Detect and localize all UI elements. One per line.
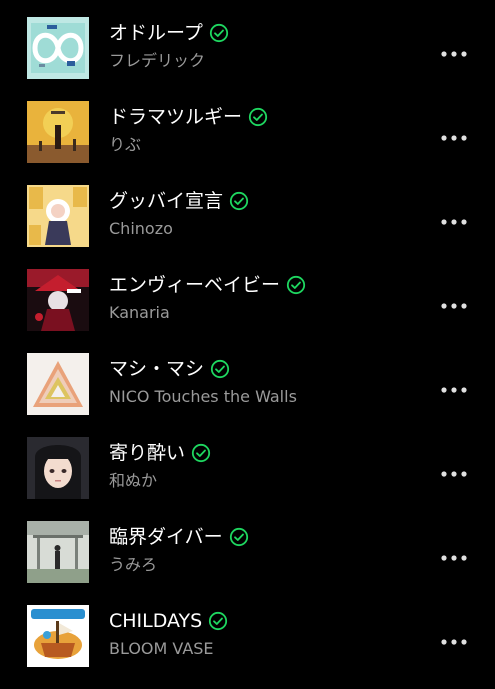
- check-circle-icon: [209, 23, 229, 43]
- album-art: [27, 605, 89, 667]
- track-row[interactable]: グッバイ宣言 Chinozo: [0, 185, 495, 269]
- check-circle-icon: [191, 443, 211, 463]
- track-row[interactable]: マシ・マシ NICO Touches the Walls: [0, 353, 495, 437]
- track-artist: 和ぬか: [109, 471, 158, 490]
- track-title: オドループ: [109, 22, 203, 44]
- track-title: グッバイ宣言: [109, 190, 224, 212]
- more-options-icon[interactable]: [436, 459, 472, 489]
- check-circle-icon: [210, 359, 230, 379]
- track-title: マシ・マシ: [109, 358, 205, 380]
- track-list: オドループ フレデリック ドラマツルギー りぶ グッバイ宣言 Chinozo エ…: [0, 0, 495, 680]
- track-title: CHILDAYS: [109, 610, 203, 632]
- track-row[interactable]: 寄り酔い 和ぬか: [0, 437, 495, 521]
- check-circle-icon: [229, 191, 249, 211]
- check-circle-icon: [286, 275, 306, 295]
- track-artist: BLOOM VASE: [109, 639, 214, 658]
- track-row[interactable]: オドループ フレデリック: [0, 17, 495, 101]
- track-artist: うみろ: [109, 555, 158, 574]
- more-options-icon[interactable]: [436, 207, 472, 237]
- more-options-icon[interactable]: [436, 39, 472, 69]
- album-art: [27, 17, 89, 79]
- more-options-icon[interactable]: [436, 291, 472, 321]
- album-art: [27, 269, 89, 331]
- track-row[interactable]: エンヴィーベイビー Kanaria: [0, 269, 495, 353]
- track-artist: フレデリック: [109, 51, 206, 70]
- album-art: [27, 101, 89, 163]
- track-artist: Kanaria: [109, 303, 170, 322]
- track-row[interactable]: 臨界ダイバー うみろ: [0, 521, 495, 605]
- album-art: [27, 437, 89, 499]
- more-options-icon[interactable]: [436, 375, 472, 405]
- album-art: [27, 521, 89, 583]
- track-title: ドラマツルギー: [109, 106, 243, 128]
- track-title: 臨界ダイバー: [109, 526, 223, 548]
- check-circle-icon: [229, 527, 249, 547]
- track-title: エンヴィーベイビー: [109, 274, 281, 296]
- album-art: [27, 353, 89, 415]
- album-art: [27, 185, 89, 247]
- track-artist: りぶ: [109, 135, 142, 154]
- more-options-icon[interactable]: [436, 627, 472, 657]
- check-circle-icon: [248, 107, 268, 127]
- track-artist: NICO Touches the Walls: [109, 387, 297, 406]
- track-row[interactable]: CHILDAYS BLOOM VASE: [0, 605, 495, 689]
- more-options-icon[interactable]: [436, 123, 472, 153]
- track-row[interactable]: ドラマツルギー りぶ: [0, 101, 495, 185]
- track-title: 寄り酔い: [109, 442, 186, 464]
- check-circle-icon: [208, 611, 228, 631]
- more-options-icon[interactable]: [436, 543, 472, 573]
- track-artist: Chinozo: [109, 219, 173, 238]
